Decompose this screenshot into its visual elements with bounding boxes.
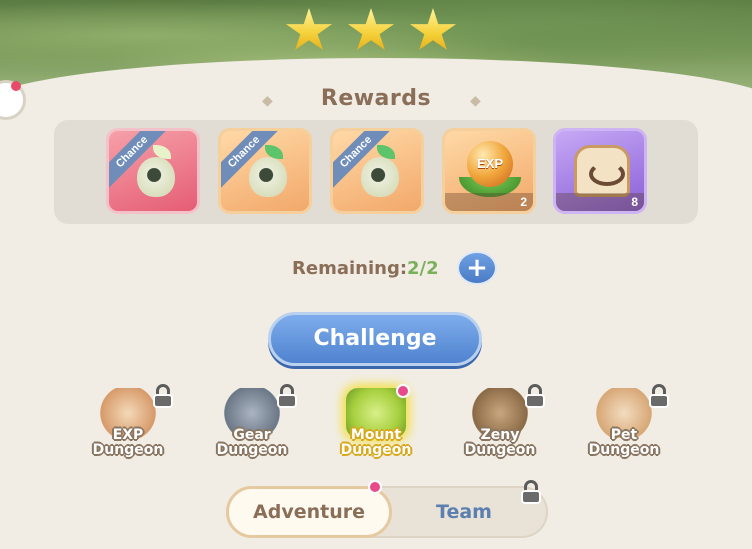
dungeon-gear[interactable]: Gear Dungeon: [200, 384, 304, 470]
star-icon: [409, 8, 457, 50]
tab-team[interactable]: Team: [392, 486, 536, 538]
ornament-right-icon: ◆: [470, 93, 481, 109]
plus-icon: +: [466, 253, 488, 283]
reward-item[interactable]: Chance: [330, 128, 424, 214]
reward-item[interactable]: EXP 2: [442, 128, 536, 214]
lock-icon: [276, 384, 298, 408]
dungeon-label: Gear Dungeon: [216, 427, 288, 458]
challenge-button[interactable]: Challenge: [268, 312, 482, 366]
dungeon-zeny[interactable]: Zeny Dungeon: [448, 384, 552, 470]
reward-item[interactable]: Chance: [218, 128, 312, 214]
reward-count: 8: [631, 195, 638, 209]
toast-food-icon: [574, 145, 630, 197]
rewards-title: Rewards: [320, 86, 432, 111]
star-icon: [285, 8, 333, 50]
lock-icon: [524, 384, 546, 408]
remaining-value: 2/2: [407, 258, 439, 279]
dungeon-label: Pet Dungeon: [588, 427, 660, 458]
lock-icon: [152, 384, 174, 408]
mount-seed-icon: [361, 157, 399, 197]
add-attempts-button[interactable]: +: [457, 251, 497, 285]
tab-adventure[interactable]: Adventure: [226, 486, 392, 538]
remaining-label: Remaining:: [292, 258, 408, 279]
exp-orb-icon: EXP: [467, 141, 513, 187]
reward-item[interactable]: Chance: [106, 128, 200, 214]
star-icon: [347, 8, 395, 50]
dungeon-label: Zeny Dungeon: [464, 427, 536, 458]
mount-seed-icon: [137, 157, 175, 197]
reward-count: 2: [520, 195, 527, 209]
lock-icon: [520, 480, 542, 504]
dungeon-label: EXP Dungeon: [92, 427, 164, 458]
notification-dot: [368, 480, 382, 494]
dungeon-pet[interactable]: Pet Dungeon: [572, 384, 676, 470]
lock-icon: [648, 384, 670, 408]
mount-seed-icon: [249, 157, 287, 197]
dungeon-mount[interactable]: Mount Dungeon: [324, 384, 428, 470]
star-rating: [285, 8, 457, 54]
notification-dot: [396, 384, 410, 398]
reward-item[interactable]: 8: [553, 128, 647, 214]
remaining-counter: Remaining:2/2: [292, 258, 439, 279]
dungeon-exp[interactable]: EXP Dungeon: [76, 384, 180, 470]
dungeon-label: Mount Dungeon: [340, 427, 412, 458]
